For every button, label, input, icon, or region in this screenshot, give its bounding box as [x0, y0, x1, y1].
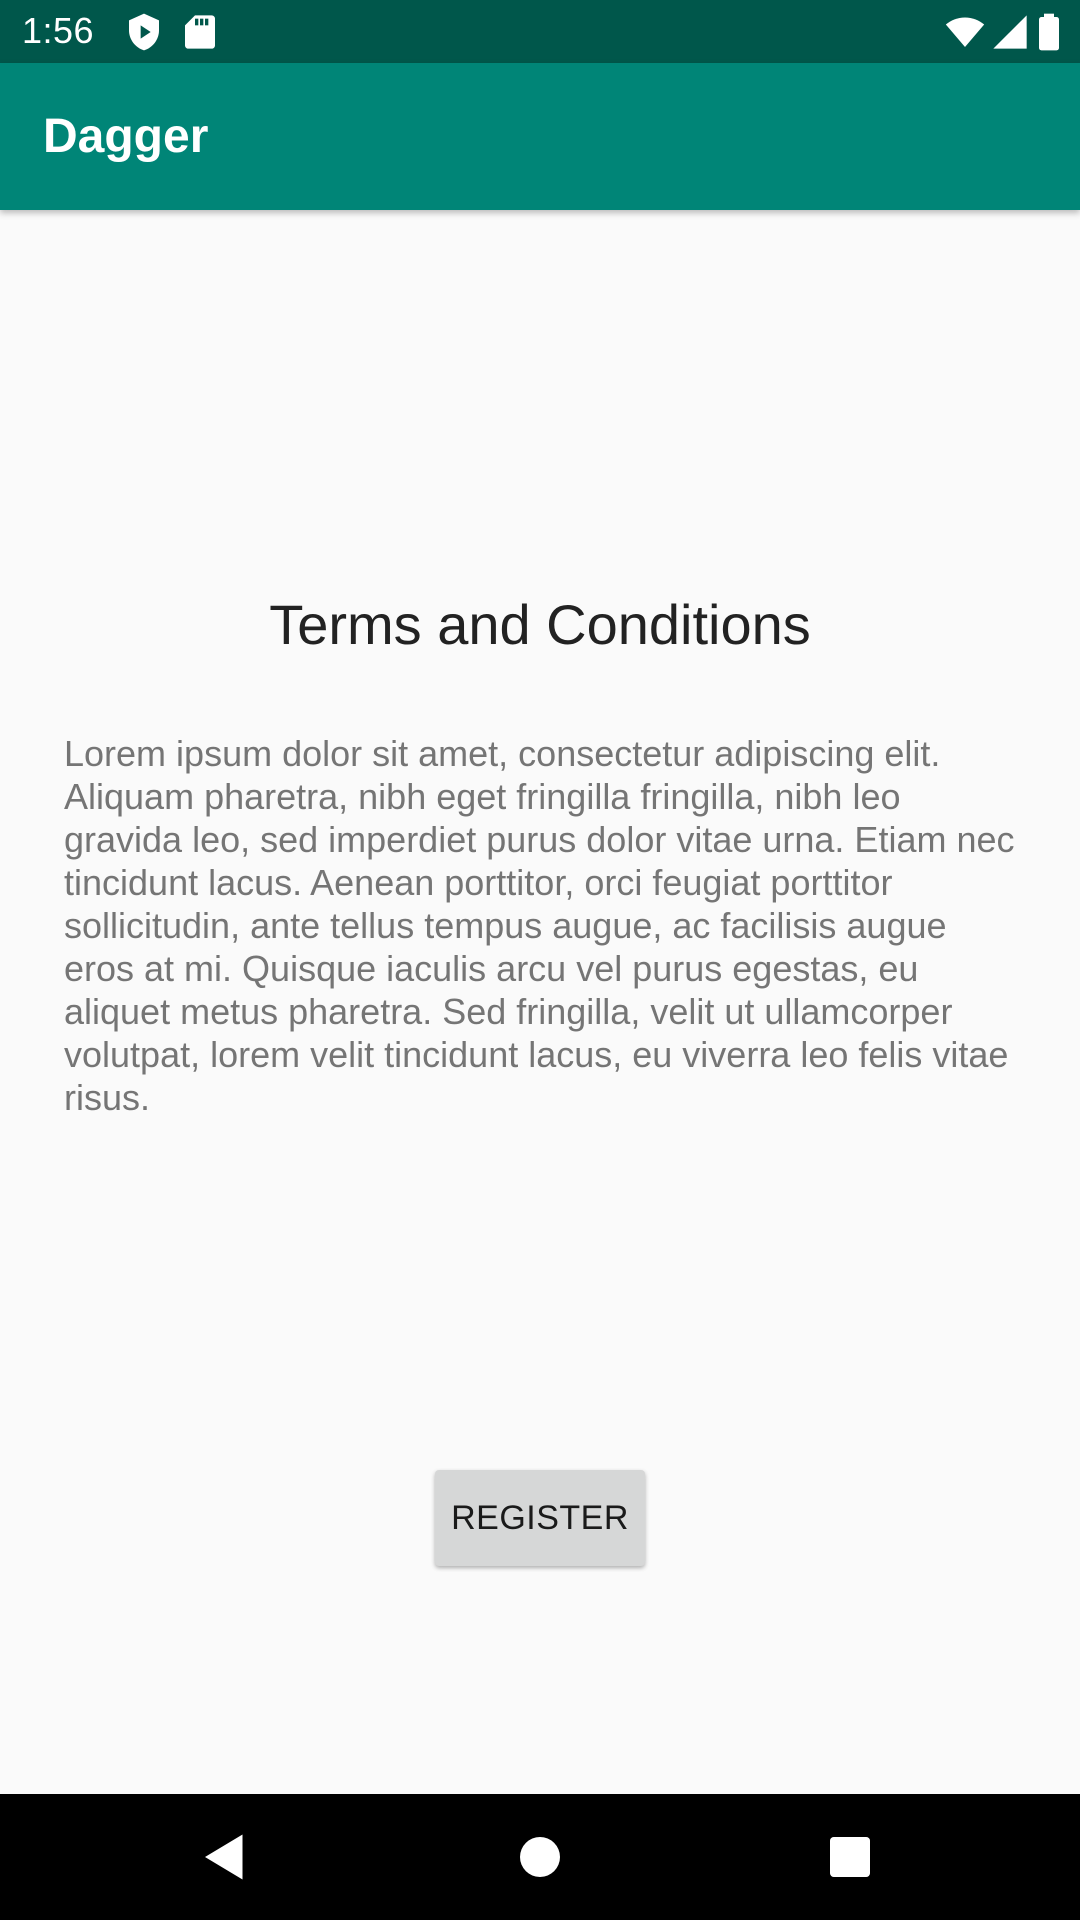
terms-body-text: Lorem ipsum dolor sit amet, consectetur …: [64, 733, 1015, 1118]
sd-card-icon: [180, 12, 220, 52]
screen: 1:56 Dagger Terms and Conditions Lorem i…: [0, 0, 1080, 1920]
register-button[interactable]: REGISTER: [435, 1470, 645, 1566]
wifi-icon: [944, 12, 986, 52]
back-icon[interactable]: [195, 1827, 255, 1887]
app-bar: Dagger: [0, 63, 1080, 210]
signal-icon: [990, 12, 1030, 52]
navigation-bar: [0, 1794, 1080, 1920]
battery-icon: [1034, 12, 1064, 52]
status-bar: 1:56: [0, 0, 1080, 63]
recents-icon[interactable]: [820, 1827, 880, 1887]
page-title: Terms and Conditions: [269, 593, 811, 656]
status-time: 1:56: [22, 10, 95, 51]
home-icon[interactable]: [510, 1827, 570, 1887]
app-title: Dagger: [43, 110, 209, 163]
shield-icon: [124, 12, 164, 52]
